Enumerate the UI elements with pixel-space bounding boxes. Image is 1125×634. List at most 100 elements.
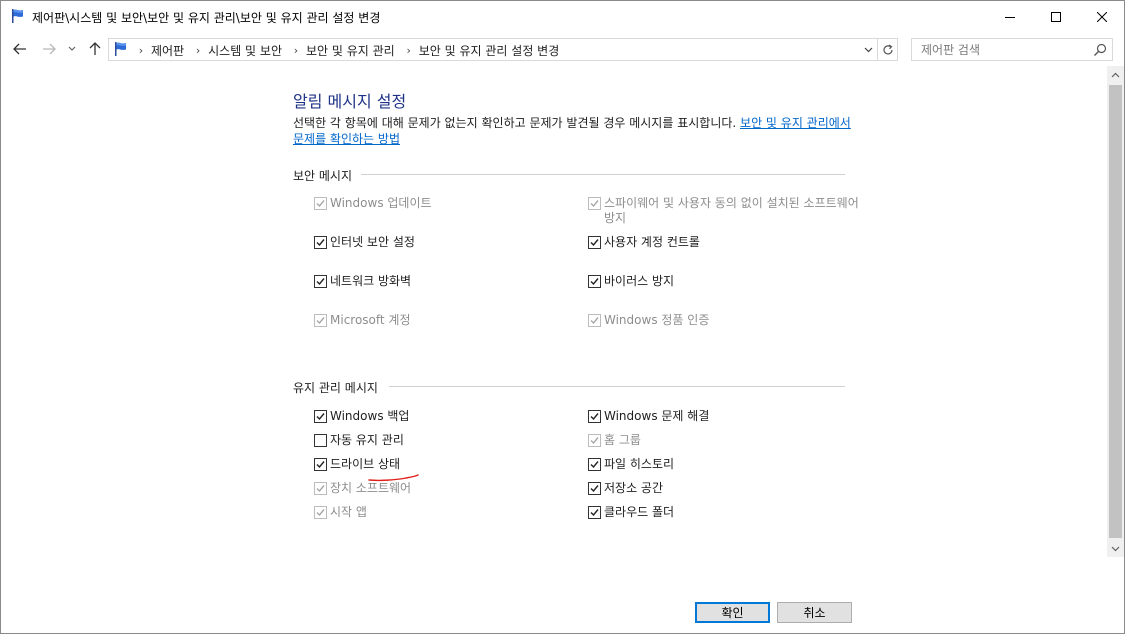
navigation-bar: › 제어판 › 시스템 및 보안 › 보안 및 유지 관리 › 보안 및 유지 … — [1, 32, 1124, 66]
breadcrumb-control-panel[interactable]: 제어판 — [149, 42, 190, 59]
checkmark-icon — [590, 509, 599, 517]
checkbox-label: Windows 업데이트 — [330, 196, 432, 210]
checkmark-icon — [316, 200, 325, 208]
checkbox-label: 파일 히스토리 — [604, 457, 675, 471]
checkmark-icon — [316, 485, 325, 493]
checkbox-startup-apps[interactable]: 시작 앱 — [314, 505, 367, 520]
chevron-down-icon — [1111, 546, 1120, 551]
search-box — [911, 38, 1113, 61]
checkmark-icon — [590, 413, 599, 421]
maximize-icon — [1051, 11, 1061, 22]
checkbox-label: 바이러스 방지 — [604, 274, 675, 288]
arrow-up-icon — [89, 42, 101, 55]
window-title: 제어판\시스템 및 보안\보안 및 유지 관리\보안 및 유지 관리 설정 변경 — [32, 11, 381, 25]
refresh-icon — [882, 43, 893, 54]
chevron-down-icon — [864, 47, 872, 53]
checkbox-virus-protection[interactable]: 바이러스 방지 — [588, 274, 674, 289]
checkmark-icon — [316, 461, 325, 469]
maximize-button[interactable] — [1033, 1, 1079, 32]
checkbox-label: 홈 그룹 — [604, 433, 641, 447]
checkmark-icon — [316, 413, 325, 421]
chevron-right-icon[interactable]: › — [190, 44, 206, 57]
checkbox-label: 인터넷 보안 설정 — [330, 235, 415, 249]
vertical-scrollbar[interactable] — [1107, 66, 1124, 557]
checkbox-spyware-protection[interactable]: 스파이웨어 및 사용자 동의 없이 설치된 소프트웨어 방지 — [588, 196, 866, 226]
search-input[interactable] — [912, 39, 1087, 60]
checkbox-label: Microsoft 계정 — [330, 313, 411, 327]
search-icon[interactable] — [1092, 42, 1108, 58]
ok-button[interactable]: 확인 — [695, 602, 770, 623]
checkbox-label: Windows 정품 인증 — [604, 313, 710, 327]
forward-button[interactable] — [39, 39, 59, 59]
checkmark-icon — [590, 437, 599, 445]
arrow-left-icon — [13, 43, 26, 55]
control-panel-flag-icon — [10, 8, 26, 24]
checkbox-label: 드라이브 상태 — [330, 457, 401, 471]
breadcrumb-security-maintenance[interactable]: 보안 및 유지 관리 — [304, 42, 401, 59]
scrollbar-thumb[interactable] — [1109, 85, 1122, 538]
chevron-down-icon — [68, 46, 76, 51]
title-bar: 제어판\시스템 및 보안\보안 및 유지 관리\보안 및 유지 관리 설정 변경 — [1, 1, 1124, 32]
checkbox-homegroup[interactable]: 홈 그룹 — [588, 433, 641, 448]
checkbox-user-account-control[interactable]: 사용자 계정 컨트롤 — [588, 235, 700, 250]
checkbox-label: 자동 유지 관리 — [330, 433, 404, 447]
checkbox-windows-update[interactable]: Windows 업데이트 — [314, 196, 432, 211]
back-button[interactable] — [10, 39, 30, 59]
breadcrumb: › 제어판 › 시스템 및 보안 › 보안 및 유지 관리 › 보안 및 유지 … — [133, 42, 565, 59]
minimize-icon — [1005, 16, 1015, 18]
cancel-button[interactable]: 취소 — [777, 602, 852, 623]
page-title: 알림 메시지 설정 — [293, 92, 407, 111]
chevron-right-icon[interactable]: › — [401, 44, 417, 57]
maintenance-messages-heading: 유지 관리 메시지 — [293, 381, 378, 395]
checkbox-windows-troubleshooting[interactable]: Windows 문제 해결 — [588, 409, 709, 424]
checkbox-label: Windows 백업 — [330, 409, 410, 423]
control-panel-flag-icon — [113, 41, 129, 57]
red-underline-annotation — [368, 474, 419, 482]
checkbox-microsoft-account[interactable]: Microsoft 계정 — [314, 313, 411, 328]
minimize-button[interactable] — [987, 1, 1033, 32]
maintenance-divider — [389, 386, 845, 387]
chevron-right-icon[interactable]: › — [133, 44, 149, 57]
scroll-down-button[interactable] — [1107, 540, 1124, 557]
breadcrumb-system-security[interactable]: 시스템 및 보안 — [206, 42, 288, 59]
refresh-button[interactable] — [878, 38, 898, 61]
checkbox-label: 스파이웨어 및 사용자 동의 없이 설치된 소프트웨어 방지 — [604, 196, 859, 225]
checkbox-drive-status[interactable]: 드라이브 상태 — [314, 457, 400, 472]
address-history-button[interactable] — [861, 42, 875, 58]
security-divider — [361, 174, 845, 175]
security-messages-heading: 보안 메시지 — [293, 169, 353, 183]
checkbox-internet-security[interactable]: 인터넷 보안 설정 — [314, 235, 415, 250]
checkbox-automatic-maintenance[interactable]: 자동 유지 관리 — [314, 433, 404, 448]
recent-locations-button[interactable] — [64, 39, 80, 59]
address-bar[interactable]: › 제어판 › 시스템 및 보안 › 보안 및 유지 관리 › 보안 및 유지 … — [108, 38, 878, 61]
checkbox-windows-activation[interactable]: Windows 정품 인증 — [588, 313, 709, 328]
checkmark-icon — [590, 317, 599, 325]
breadcrumb-change-settings[interactable]: 보안 및 유지 관리 설정 변경 — [417, 42, 566, 59]
checkbox-label: 시작 앱 — [330, 505, 367, 519]
checkbox-cloud-folders[interactable]: 클라우드 폴더 — [588, 505, 674, 520]
chevron-right-icon[interactable]: › — [288, 44, 304, 57]
up-button[interactable] — [85, 39, 105, 59]
checkmark-icon — [590, 239, 599, 247]
settings-content: 알림 메시지 설정 선택한 각 항목에 대해 문제가 없는지 확인하고 문제가 … — [1, 66, 1107, 557]
checkmark-icon — [316, 239, 325, 247]
checkmark-icon — [590, 485, 599, 493]
checkbox-network-firewall[interactable]: 네트워크 방화벽 — [314, 274, 411, 289]
close-button[interactable] — [1079, 1, 1125, 32]
checkbox-windows-backup[interactable]: Windows 백업 — [314, 409, 409, 424]
checkbox-label: 클라우드 폴더 — [604, 505, 675, 519]
close-icon — [1097, 11, 1107, 22]
checkmark-icon — [316, 509, 325, 517]
dialog-footer: 확인 취소 — [1, 557, 1124, 633]
checkmark-icon — [590, 278, 599, 286]
chevron-up-icon — [1111, 72, 1120, 77]
control-panel-window: 제어판\시스템 및 보안\보안 및 유지 관리\보안 및 유지 관리 설정 변경 — [0, 0, 1125, 634]
checkbox-file-history[interactable]: 파일 히스토리 — [588, 457, 674, 472]
checkbox-storage-spaces[interactable]: 저장소 공간 — [588, 481, 663, 496]
description-text: 선택한 각 항목에 대해 문제가 없는지 확인하고 문제가 발견될 경우 메시지… — [293, 116, 741, 130]
scroll-up-button[interactable] — [1107, 66, 1124, 83]
arrow-right-icon — [43, 43, 56, 55]
checkmark-icon — [590, 461, 599, 469]
checkmark-icon — [590, 200, 599, 208]
checkbox-label: Windows 문제 해결 — [604, 409, 710, 423]
